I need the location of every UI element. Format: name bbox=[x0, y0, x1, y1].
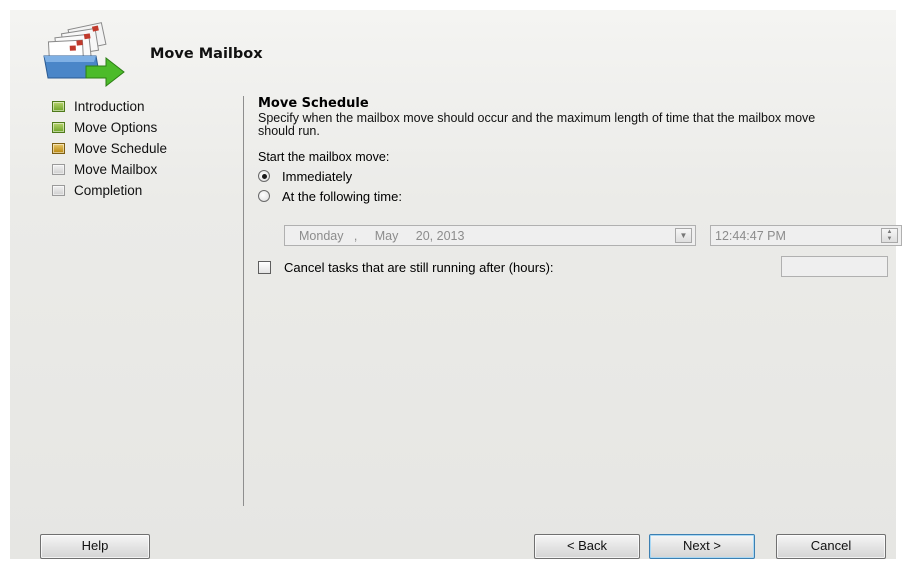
chevron-down-icon[interactable]: ▼ bbox=[675, 228, 692, 243]
step-current-icon bbox=[52, 143, 65, 154]
cancel-tasks-checkbox[interactable] bbox=[258, 260, 271, 274]
section-heading: Move Schedule bbox=[258, 96, 369, 111]
spin-down-icon[interactable]: ▼ bbox=[882, 236, 897, 243]
step-label: Completion bbox=[74, 183, 143, 198]
step-label: Move Mailbox bbox=[74, 162, 158, 177]
move-mailbox-icon bbox=[43, 22, 125, 88]
wizard-steps-list: Introduction Move Options Move Schedule … bbox=[52, 96, 232, 201]
step-completion: Completion bbox=[52, 180, 232, 201]
dialog-header: Move Mailbox bbox=[10, 10, 896, 90]
radio-button[interactable] bbox=[258, 190, 270, 202]
step-label: Move Options bbox=[74, 120, 158, 135]
step-label: Introduction bbox=[74, 99, 145, 114]
start-move-label: Start the mailbox move: bbox=[258, 150, 390, 164]
help-button[interactable]: Help bbox=[40, 534, 150, 559]
section-description: Specify when the mailbox move should occ… bbox=[258, 111, 816, 138]
step-move-options: Move Options bbox=[52, 117, 232, 138]
move-mailbox-dialog: Move Mailbox Introduction Move Options M… bbox=[10, 10, 902, 559]
date-picker[interactable]: Monday , May 20, 2013 ▼ bbox=[284, 225, 696, 246]
step-move-mailbox: Move Mailbox bbox=[52, 159, 232, 180]
radio-button-checked[interactable] bbox=[258, 170, 270, 182]
next-button[interactable]: Next > bbox=[649, 534, 755, 559]
schedule-panel: Move Schedule Specify when the mailbox m… bbox=[258, 96, 902, 277]
hours-input[interactable] bbox=[781, 256, 888, 277]
date-weekday: Monday bbox=[299, 229, 344, 243]
cancel-tasks-label[interactable]: Cancel tasks that are still running afte… bbox=[284, 260, 554, 275]
date-month: May bbox=[374, 229, 399, 243]
step-introduction: Introduction bbox=[52, 96, 232, 117]
radio-label[interactable]: At the following time: bbox=[282, 189, 402, 204]
time-value: 12:44:47 PM bbox=[715, 229, 786, 243]
back-button[interactable]: < Back bbox=[534, 534, 640, 559]
cancel-button[interactable]: Cancel bbox=[776, 534, 886, 559]
step-move-schedule: Move Schedule bbox=[52, 138, 232, 159]
dialog-title: Move Mailbox bbox=[150, 46, 263, 62]
step-label: Move Schedule bbox=[74, 141, 168, 156]
spin-up-icon[interactable]: ▲ bbox=[882, 229, 897, 236]
time-spinner[interactable]: ▲ ▼ bbox=[881, 228, 898, 243]
date-separator: , bbox=[353, 229, 358, 243]
time-picker[interactable]: 12:44:47 PM ▲ ▼ bbox=[710, 225, 902, 246]
radio-immediately[interactable]: Immediately bbox=[258, 166, 888, 186]
date-day-year: 20, 2013 bbox=[415, 229, 465, 243]
radio-label[interactable]: Immediately bbox=[282, 169, 352, 184]
step-pending-icon bbox=[52, 185, 65, 196]
cancel-tasks-row: Cancel tasks that are still running afte… bbox=[258, 256, 888, 278]
step-pending-icon bbox=[52, 164, 65, 175]
step-complete-icon bbox=[52, 122, 65, 133]
schedule-datetime-row: Monday , May 20, 2013 ▼ 12:44:47 PM ▲ ▼ bbox=[284, 225, 902, 247]
panel-divider bbox=[243, 96, 244, 506]
radio-following-time[interactable]: At the following time: bbox=[258, 186, 888, 206]
step-complete-icon bbox=[52, 101, 65, 112]
